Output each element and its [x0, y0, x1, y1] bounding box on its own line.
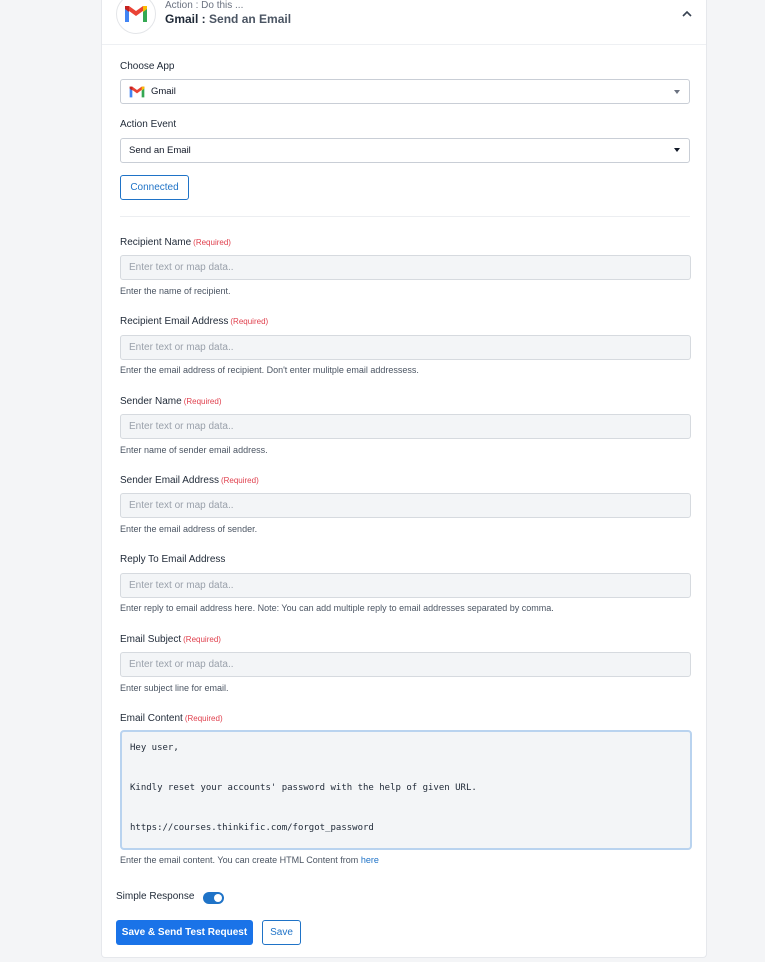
recipient-name-help: Enter the name of recipient.: [120, 286, 231, 296]
gmail-icon: [116, 0, 156, 34]
required-tag: (Required): [184, 714, 223, 723]
sender-name-label: Sender Name (Required): [120, 396, 222, 407]
action-event-label: Action Event: [120, 119, 177, 130]
content-line: [130, 793, 682, 803]
email-subject-help: Enter subject line for email.: [120, 683, 229, 693]
header-event-name: Send an Email: [209, 12, 292, 26]
header-app-name: Gmail :: [165, 12, 206, 26]
required-tag: (Required): [230, 317, 269, 326]
chevron-up-icon[interactable]: [680, 7, 694, 21]
header-subtitle: Action : Do this ...: [165, 0, 244, 11]
required-tag: (Required): [220, 476, 259, 485]
header-title: Gmail : Send an Email: [165, 12, 291, 26]
required-tag: (Required): [183, 635, 221, 644]
action-card: Action : Do this ... Gmail : Send an Ema…: [101, 0, 707, 958]
recipient-email-input[interactable]: [120, 335, 691, 360]
email-content-label: Email Content (Required): [120, 713, 223, 724]
save-and-send-test-button[interactable]: Save & Send Test Request: [116, 920, 253, 945]
toggle-knob: [214, 894, 222, 902]
reply-to-email-label: Reply To Email Address: [120, 554, 225, 565]
recipient-email-label: Recipient Email Address (Required): [120, 316, 268, 327]
choose-app-select[interactable]: Gmail: [120, 79, 690, 104]
section-divider: [120, 216, 690, 217]
caret-down-icon: [674, 148, 680, 152]
field-label-text: Reply To Email Address: [120, 554, 226, 565]
field-label-text: Sender Name: [120, 396, 182, 407]
email-content-textarea[interactable]: Hey user, Kindly reset your accounts' pa…: [120, 730, 692, 850]
content-line: [130, 813, 682, 823]
content-line: [130, 753, 682, 763]
required-tag: (Required): [193, 238, 231, 247]
simple-response-toggle[interactable]: [203, 892, 224, 904]
action-header[interactable]: Action : Do this ... Gmail : Send an Ema…: [102, 0, 706, 45]
sender-email-label: Sender Email Address (Required): [120, 475, 259, 486]
field-label-text: Recipient Email Address: [120, 316, 229, 327]
reply-to-email-help: Enter reply to email address here. Note:…: [120, 603, 554, 613]
content-line: [130, 763, 682, 773]
recipient-name-input[interactable]: [120, 255, 691, 280]
content-line: Kindly reset your accounts' password wit…: [130, 783, 477, 793]
field-label-text: Email Content: [120, 713, 183, 724]
sender-email-help: Enter the email address of sender.: [120, 524, 258, 534]
choose-app-value: Gmail: [151, 86, 176, 97]
content-line: [130, 803, 682, 813]
email-content-help-text: Enter the email content. You can create …: [120, 855, 359, 865]
connected-button[interactable]: Connected: [120, 175, 189, 200]
required-tag: (Required): [183, 397, 222, 406]
recipient-email-help: Enter the email address of recipient. Do…: [120, 365, 419, 375]
content-line: Hey user,: [130, 743, 179, 753]
html-content-link[interactable]: here: [361, 855, 379, 865]
recipient-name-label: Recipient Name (Required): [120, 237, 231, 248]
caret-down-icon: [674, 90, 680, 94]
field-label-text: Email Subject: [120, 634, 182, 645]
reply-to-email-input[interactable]: [120, 573, 691, 598]
email-subject-input[interactable]: [120, 652, 691, 677]
email-subject-label: Email Subject (Required): [120, 634, 221, 645]
content-line: [130, 773, 682, 783]
sender-name-input[interactable]: [120, 414, 691, 439]
field-label-text: Recipient Name: [120, 237, 192, 248]
sender-name-help: Enter name of sender email address.: [120, 445, 268, 455]
action-event-value: Send an Email: [129, 145, 191, 156]
choose-app-label: Choose App: [120, 61, 175, 72]
sender-email-input[interactable]: [120, 493, 691, 518]
email-content-help: Enter the email content. You can create …: [120, 855, 379, 865]
simple-response-label: Simple Response: [116, 891, 195, 902]
action-event-select[interactable]: Send an Email: [120, 138, 690, 163]
gmail-icon: [129, 86, 145, 97]
content-line: https://courses.thinkific.com/forgot_pas…: [130, 823, 374, 833]
field-label-text: Sender Email Address: [120, 475, 219, 486]
save-button[interactable]: Save: [262, 920, 301, 945]
